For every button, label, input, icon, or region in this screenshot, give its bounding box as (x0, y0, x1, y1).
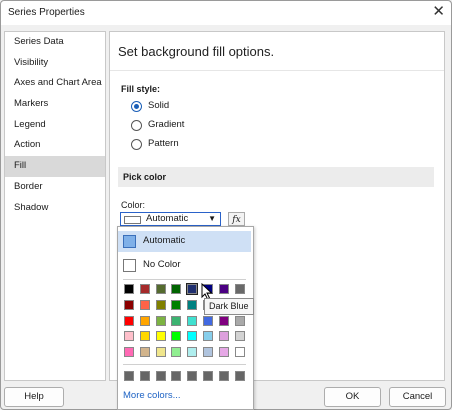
fill-style-pattern-radio[interactable]: Pattern (131, 137, 179, 151)
color-swatch[interactable] (187, 347, 198, 358)
more-colors-link[interactable]: More colors... (123, 390, 181, 401)
color-swatch[interactable] (234, 284, 245, 294)
chevron-down-icon: ▼ (208, 214, 216, 223)
recent-color-swatch[interactable] (203, 371, 213, 381)
color-swatch[interactable] (187, 315, 198, 326)
title-bar: Series Properties ✕ (1, 1, 451, 25)
fill-style-label: Fill style: (121, 84, 161, 94)
color-swatch[interactable] (124, 284, 134, 294)
dialog-title: Series Properties (8, 7, 85, 18)
recent-color-swatch[interactable] (124, 371, 134, 381)
color-swatch[interactable] (155, 284, 166, 294)
fill-style-solid-radio[interactable]: Solid (131, 99, 169, 113)
sidebar-item-series-data[interactable]: Series Data (5, 32, 105, 53)
sidebar-item-action[interactable]: Action (5, 135, 105, 156)
color-swatch[interactable] (155, 299, 166, 310)
color-swatch[interactable] (171, 331, 182, 342)
divider (123, 279, 246, 280)
radio-unselected-icon (131, 119, 142, 131)
color-label: Color: (121, 200, 146, 210)
color-swatch[interactable] (139, 347, 150, 358)
radio-selected-icon (131, 100, 142, 112)
sidebar-item-axes-and-chart-area[interactable]: Axes and Chart Area (5, 73, 105, 94)
pick-color-section-header: Pick color (118, 167, 434, 187)
automatic-swatch (123, 235, 136, 248)
color-swatch[interactable] (155, 331, 166, 342)
recent-color-swatch[interactable] (155, 371, 166, 381)
recent-color-swatch[interactable] (187, 371, 198, 381)
color-swatch[interactable] (234, 347, 245, 358)
sidebar-item-markers[interactable]: Markers (5, 94, 105, 115)
color-swatch[interactable] (139, 299, 150, 310)
color-picker-popup: Automatic No Color More colors... (117, 226, 254, 410)
expression-button[interactable]: fx (228, 212, 245, 226)
sidebar-item-fill[interactable]: Fill (5, 156, 105, 177)
color-swatch[interactable] (124, 299, 134, 310)
color-swatch[interactable] (218, 315, 229, 326)
color-swatch[interactable] (218, 347, 229, 358)
sidebar-item-visibility[interactable]: Visibility (5, 53, 105, 74)
color-swatch[interactable] (218, 331, 229, 342)
ok-button[interactable]: OK (324, 387, 381, 407)
radio-label: Pattern (148, 138, 179, 149)
color-swatch[interactable] (155, 315, 166, 326)
radio-label: Solid (148, 100, 170, 111)
color-swatch[interactable] (234, 331, 245, 342)
recent-color-swatch[interactable] (171, 371, 182, 381)
radio-label: Gradient (148, 119, 185, 130)
recent-color-swatch[interactable] (234, 371, 245, 381)
color-swatch[interactable] (124, 315, 134, 326)
color-swatch[interactable] (171, 299, 182, 310)
close-icon[interactable]: ✕ (432, 3, 445, 21)
color-swatch[interactable] (234, 315, 245, 326)
color-swatch[interactable] (218, 284, 229, 294)
color-value: Automatic (146, 213, 189, 224)
color-swatch[interactable] (124, 331, 134, 342)
color-dropdown[interactable]: Automatic ▼ (120, 212, 221, 226)
divider (110, 70, 444, 71)
color-swatch[interactable] (203, 331, 213, 342)
cancel-button[interactable]: Cancel (389, 387, 446, 407)
sidebar-item-border[interactable]: Border (5, 177, 105, 198)
color-swatch[interactable] (155, 347, 166, 358)
color-swatch (124, 216, 141, 224)
color-tooltip: Dark Blue (204, 298, 254, 315)
color-swatch[interactable] (187, 299, 198, 310)
no-color-option[interactable]: No Color (118, 255, 251, 276)
color-swatch[interactable] (139, 331, 150, 342)
color-swatch[interactable] (187, 331, 198, 342)
color-swatch[interactable] (171, 315, 182, 326)
fill-style-gradient-radio[interactable]: Gradient (131, 118, 184, 132)
no-color-label: No Color (143, 259, 181, 270)
radio-unselected-icon (131, 138, 142, 150)
color-swatch[interactable] (186, 283, 199, 295)
color-swatch[interactable] (124, 347, 134, 358)
no-color-swatch (123, 259, 136, 272)
sidebar: Series Data Visibility Axes and Chart Ar… (4, 31, 106, 381)
recent-color-swatch[interactable] (218, 371, 229, 381)
color-swatch[interactable] (139, 284, 150, 294)
sidebar-item-legend[interactable]: Legend (5, 115, 105, 136)
divider (123, 364, 246, 365)
color-swatch[interactable] (171, 284, 182, 294)
color-swatch[interactable] (171, 347, 182, 358)
page-title: Set background fill options. (118, 44, 275, 59)
recent-color-swatch[interactable] (139, 371, 150, 381)
color-swatch[interactable] (203, 347, 213, 358)
color-swatch[interactable] (139, 315, 150, 326)
sidebar-item-shadow[interactable]: Shadow (5, 198, 105, 219)
help-button[interactable]: Help (4, 387, 64, 407)
automatic-label: Automatic (143, 235, 186, 246)
automatic-option[interactable]: Automatic (118, 231, 251, 252)
color-swatch[interactable] (203, 315, 213, 326)
